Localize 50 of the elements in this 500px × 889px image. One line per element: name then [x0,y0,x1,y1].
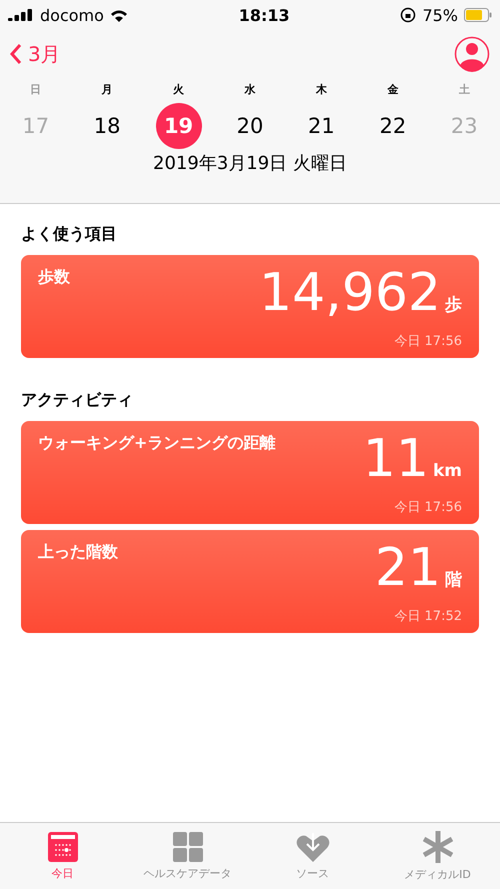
metric-card[interactable]: ウォーキング+ランニングの距離 11 km 今日 17:56 [21,421,479,524]
weekday-label: 日 [30,82,42,97]
metric-title: ウォーキング+ランニングの距離 [38,433,276,454]
metric-time: 今日 17:52 [394,608,462,625]
weekday-label: 木 [316,82,327,97]
metric-title: 上った階数 [38,542,118,563]
section-heading: よく使う項目 [21,224,117,243]
calendar-day[interactable]: 22 [370,103,416,149]
carrier-name: docomo [40,6,104,24]
profile-avatar-icon[interactable] [454,36,490,72]
metric-card[interactable]: 歩数 14,962 歩 今日 17:56 [21,255,479,358]
weekday-label: 金 [387,82,398,97]
selected-date: 2019年3月19日 火曜日 [153,153,347,174]
metric-card[interactable]: 上った階数 21 階 今日 17:52 [21,530,479,633]
calendar-day[interactable]: 18 [84,103,130,149]
battery-icon [464,8,492,22]
chevron-left-icon [10,43,22,65]
calendar-day[interactable]: 20 [226,103,273,149]
metric-value: 11 [362,433,429,485]
tab-bar-item[interactable]: ヘルスケアデータ [125,823,250,889]
tab-bar-item[interactable]: メディカルID [375,823,500,889]
tab-bar-item[interactable]: ソース [250,823,375,889]
grid-icon [172,832,202,862]
calendar-day[interactable]: 23 [441,103,488,149]
section-heading: アクティビティ [21,390,133,409]
clock: 18:13 [238,6,290,24]
calendar-day[interactable]: 21 [298,103,344,149]
metric-time: 今日 17:56 [394,333,462,350]
metric-unit: 階 [445,569,462,591]
metric-unit: 歩 [445,294,462,316]
tab-bar-item[interactable]: 今日 [0,823,125,889]
weekday-label: 水 [244,82,256,97]
metric-value: 21 [374,542,441,594]
metric-time: 今日 17:56 [394,499,462,516]
wifi-icon [110,8,128,22]
heart-download-icon [296,832,330,862]
calendar-icon [48,832,78,862]
battery-percentage: 75% [422,6,458,24]
weekday-label: 土 [458,82,470,97]
weekday-label: 月 [102,82,113,97]
rotation-lock-icon [400,7,416,23]
calendar-day[interactable]: 19 [156,103,202,149]
metric-unit: km [432,461,462,481]
metric-title: 歩数 [38,267,70,288]
metric-value: 14,962 [259,267,441,319]
signal-icon [8,9,34,21]
back-link[interactable]: 3月 [10,40,61,68]
asterisk-icon [422,830,452,862]
calendar-day[interactable]: 17 [12,103,59,149]
weekday-label: 火 [173,82,184,97]
